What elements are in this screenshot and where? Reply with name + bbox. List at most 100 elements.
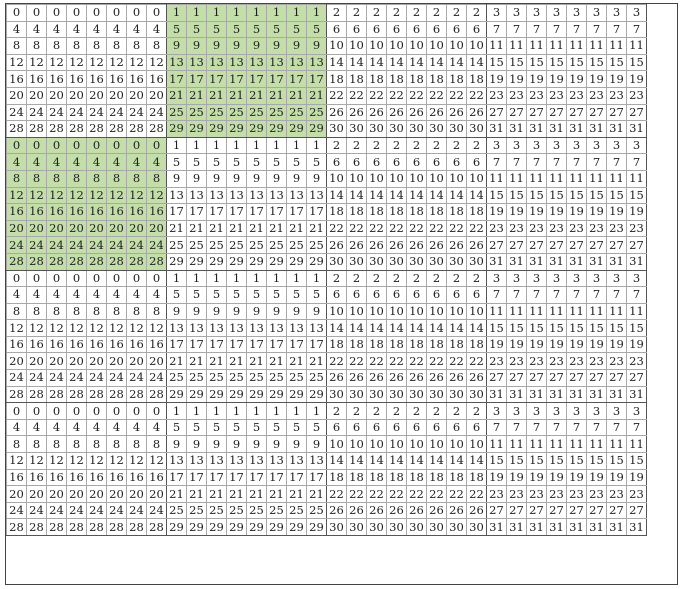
sheet-cell[interactable]: 26 <box>426 236 447 254</box>
sheet-cell[interactable]: 15 <box>606 53 627 72</box>
sheet-cell[interactable]: 11 <box>546 169 567 188</box>
sheet-cell[interactable]: 10 <box>406 435 427 454</box>
sheet-cell[interactable]: 23 <box>606 352 627 371</box>
sheet-cell[interactable]: 27 <box>486 501 507 520</box>
sheet-cell[interactable]: 11 <box>586 169 607 188</box>
sheet-cell[interactable]: 16 <box>106 468 127 487</box>
sheet-cell[interactable]: 23 <box>506 352 527 371</box>
sheet-cell[interactable]: 26 <box>346 103 367 122</box>
sheet-cell[interactable]: 29 <box>286 120 307 138</box>
sheet-cell[interactable]: 5 <box>206 20 227 39</box>
sheet-cell[interactable]: 28 <box>26 120 47 138</box>
sheet-cell[interactable]: 12 <box>6 53 27 72</box>
sheet-cell[interactable]: 12 <box>66 452 87 470</box>
sheet-cell[interactable]: 26 <box>426 103 447 122</box>
sheet-cell[interactable]: 7 <box>546 286 567 304</box>
sheet-cell[interactable]: 11 <box>606 37 627 55</box>
sheet-cell[interactable]: 1 <box>186 136 207 155</box>
sheet-cell[interactable]: 7 <box>566 153 587 171</box>
sheet-cell[interactable]: 18 <box>386 468 407 487</box>
sheet-cell[interactable]: 30 <box>326 518 347 536</box>
sheet-cell[interactable]: 2 <box>406 269 427 288</box>
sheet-cell[interactable]: 2 <box>406 4 427 22</box>
sheet-cell[interactable]: 10 <box>366 435 387 454</box>
sheet-cell[interactable]: 1 <box>306 136 327 155</box>
sheet-cell[interactable]: 28 <box>86 120 107 138</box>
sheet-cell[interactable]: 15 <box>586 319 607 337</box>
sheet-cell[interactable]: 30 <box>346 385 367 404</box>
sheet-cell[interactable]: 14 <box>426 53 447 72</box>
sheet-cell[interactable]: 5 <box>186 153 207 171</box>
sheet-cell[interactable]: 14 <box>406 452 427 470</box>
sheet-cell[interactable]: 1 <box>266 136 287 155</box>
sheet-cell[interactable]: 18 <box>386 335 407 354</box>
sheet-cell[interactable]: 13 <box>306 452 327 470</box>
sheet-cell[interactable]: 15 <box>486 319 507 337</box>
sheet-cell[interactable]: 30 <box>446 385 467 404</box>
sheet-cell[interactable]: 29 <box>186 252 207 271</box>
sheet-cell[interactable]: 7 <box>546 153 567 171</box>
sheet-cell[interactable]: 4 <box>46 418 67 437</box>
sheet-cell[interactable]: 0 <box>146 4 167 22</box>
sheet-cell[interactable]: 0 <box>86 269 107 288</box>
sheet-cell[interactable]: 18 <box>346 335 367 354</box>
sheet-cell[interactable]: 19 <box>526 203 547 221</box>
sheet-cell[interactable]: 22 <box>446 485 467 503</box>
sheet-cell[interactable]: 26 <box>326 236 347 254</box>
sheet-cell[interactable]: 10 <box>466 302 487 321</box>
sheet-cell[interactable]: 22 <box>426 86 447 105</box>
sheet-cell[interactable]: 18 <box>406 335 427 354</box>
sheet-cell[interactable]: 13 <box>266 319 287 337</box>
sheet-cell[interactable]: 12 <box>106 186 127 205</box>
sheet-cell[interactable]: 17 <box>166 70 187 88</box>
sheet-cell[interactable]: 28 <box>106 385 127 404</box>
sheet-cell[interactable]: 5 <box>286 20 307 39</box>
sheet-cell[interactable]: 18 <box>346 70 367 88</box>
sheet-cell[interactable]: 16 <box>46 468 67 487</box>
sheet-cell[interactable]: 0 <box>26 402 47 420</box>
sheet-cell[interactable]: 6 <box>326 20 347 39</box>
sheet-cell[interactable]: 30 <box>386 252 407 271</box>
sheet-cell[interactable]: 9 <box>306 302 327 321</box>
sheet-cell[interactable]: 4 <box>46 20 67 39</box>
sheet-cell[interactable]: 1 <box>206 4 227 22</box>
sheet-cell[interactable]: 4 <box>146 20 167 39</box>
sheet-cell[interactable]: 14 <box>466 319 487 337</box>
sheet-cell[interactable]: 11 <box>586 435 607 454</box>
sheet-cell[interactable]: 29 <box>206 385 227 404</box>
sheet-cell[interactable]: 23 <box>626 86 647 105</box>
sheet-cell[interactable]: 4 <box>66 153 87 171</box>
sheet-cell[interactable]: 25 <box>166 501 187 520</box>
sheet-cell[interactable]: 0 <box>126 4 147 22</box>
sheet-cell[interactable]: 19 <box>606 70 627 88</box>
sheet-cell[interactable]: 25 <box>166 103 187 122</box>
sheet-cell[interactable]: 3 <box>486 269 507 288</box>
sheet-cell[interactable]: 19 <box>526 468 547 487</box>
sheet-cell[interactable]: 6 <box>426 418 447 437</box>
sheet-cell[interactable]: 23 <box>526 352 547 371</box>
sheet-cell[interactable]: 9 <box>266 435 287 454</box>
sheet-cell[interactable]: 6 <box>366 286 387 304</box>
sheet-cell[interactable]: 5 <box>286 418 307 437</box>
sheet-cell[interactable]: 24 <box>86 103 107 122</box>
sheet-cell[interactable]: 1 <box>246 402 267 420</box>
sheet-cell[interactable]: 1 <box>246 269 267 288</box>
sheet-cell[interactable]: 31 <box>506 252 527 271</box>
sheet-cell[interactable]: 11 <box>606 302 627 321</box>
sheet-cell[interactable]: 10 <box>426 37 447 55</box>
sheet-cell[interactable]: 26 <box>426 501 447 520</box>
sheet-cell[interactable]: 16 <box>26 203 47 221</box>
sheet-cell[interactable]: 28 <box>6 120 27 138</box>
sheet-cell[interactable]: 14 <box>446 186 467 205</box>
sheet-cell[interactable]: 11 <box>566 302 587 321</box>
sheet-cell[interactable]: 25 <box>266 369 287 387</box>
sheet-cell[interactable]: 11 <box>486 37 507 55</box>
sheet-cell[interactable]: 11 <box>566 435 587 454</box>
sheet-cell[interactable]: 26 <box>326 103 347 122</box>
sheet-cell[interactable]: 11 <box>626 169 647 188</box>
sheet-cell[interactable]: 23 <box>526 86 547 105</box>
sheet-cell[interactable]: 8 <box>106 37 127 55</box>
sheet-cell[interactable]: 17 <box>166 468 187 487</box>
sheet-cell[interactable]: 2 <box>326 4 347 22</box>
sheet-cell[interactable]: 0 <box>106 269 127 288</box>
